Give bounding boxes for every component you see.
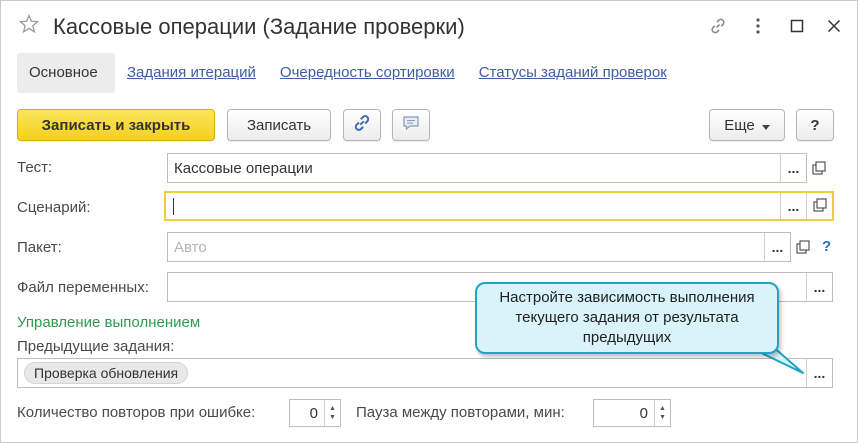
more-menu-label: Еще [724,116,755,134]
pause-label: Пауза между повторами, мин: [356,404,565,421]
copy-link-button[interactable] [343,109,381,141]
link-icon [352,113,372,137]
open-window-icon[interactable] [791,233,815,261]
test-field[interactable]: Кассовые операции ... [167,153,807,183]
package-placeholder: Авто [174,238,207,256]
tab-iteration-tasks[interactable]: Задания итераций [115,53,268,93]
stepper-arrows-icon[interactable]: ▲ ▼ [654,400,670,426]
scenario-label: Сценарий: [17,199,91,216]
favorite-star-icon[interactable] [18,13,40,37]
help-button[interactable]: ? [796,109,834,141]
more-menu-button[interactable]: Еще [709,109,785,141]
dialog-window: Кассовые операции (Задание проверки) Осн… [0,0,858,443]
open-window-icon[interactable] [807,154,831,182]
vars-file-select-button[interactable]: ... [806,273,832,301]
prev-tasks-label: Предыдущие задания: [17,338,175,355]
package-help-icon[interactable]: ? [822,238,831,255]
maximize-icon[interactable] [784,13,810,39]
open-window-icon [812,197,827,215]
tab-bar: Основное Задания итераций Очередность со… [17,53,679,93]
prev-tasks-list: Проверка обновления [18,362,806,384]
comment-button[interactable] [392,109,430,141]
stepper-arrows-icon[interactable]: ▲ ▼ [324,400,340,426]
scenario-field[interactable]: ... [164,191,834,221]
prev-task-tag[interactable]: Проверка обновления [24,362,189,384]
close-icon[interactable] [821,13,847,39]
package-select-button[interactable]: ... [764,233,790,261]
scenario-open-button[interactable] [806,193,832,219]
text-caret [173,197,174,215]
hint-callout: Настройте зависимость выполнения текущег… [475,282,779,354]
prev-tasks-select-button[interactable]: ... [806,359,832,387]
window-title: Кассовые операции (Задание проверки) [53,14,465,39]
dropdown-arrow-icon [761,117,770,134]
pause-stepper[interactable]: 0 ▲ ▼ [593,399,671,427]
package-field[interactable]: Авто ... [167,232,791,262]
test-label: Тест: [17,159,53,176]
section-title: Управление выполнением [17,314,201,331]
save-and-close-button[interactable]: Записать и закрыть [17,109,215,141]
tab-check-statuses[interactable]: Статусы заданий проверок [467,53,679,93]
prev-tasks-field[interactable]: Проверка обновления ... [17,358,833,388]
tab-sort-order[interactable]: Очередность сортировки [268,53,467,93]
save-button[interactable]: Записать [227,109,331,141]
hint-callout-text: Настройте зависимость выполнения текущег… [499,289,755,346]
retry-count-value: 0 [309,404,318,422]
test-select-button[interactable]: ... [780,154,806,182]
comment-icon [402,115,420,135]
link-icon[interactable] [705,13,731,39]
package-label: Пакет: [17,239,62,256]
vars-file-label: Файл переменных: [17,279,149,296]
more-vertical-icon[interactable] [745,13,771,39]
scenario-select-button[interactable]: ... [780,193,806,219]
retry-count-stepper[interactable]: 0 ▲ ▼ [289,399,341,427]
retry-label: Количество повторов при ошибке: [17,404,256,421]
pause-value: 0 [639,404,648,422]
tab-main[interactable]: Основное [17,53,115,93]
test-value: Кассовые операции [174,159,313,177]
